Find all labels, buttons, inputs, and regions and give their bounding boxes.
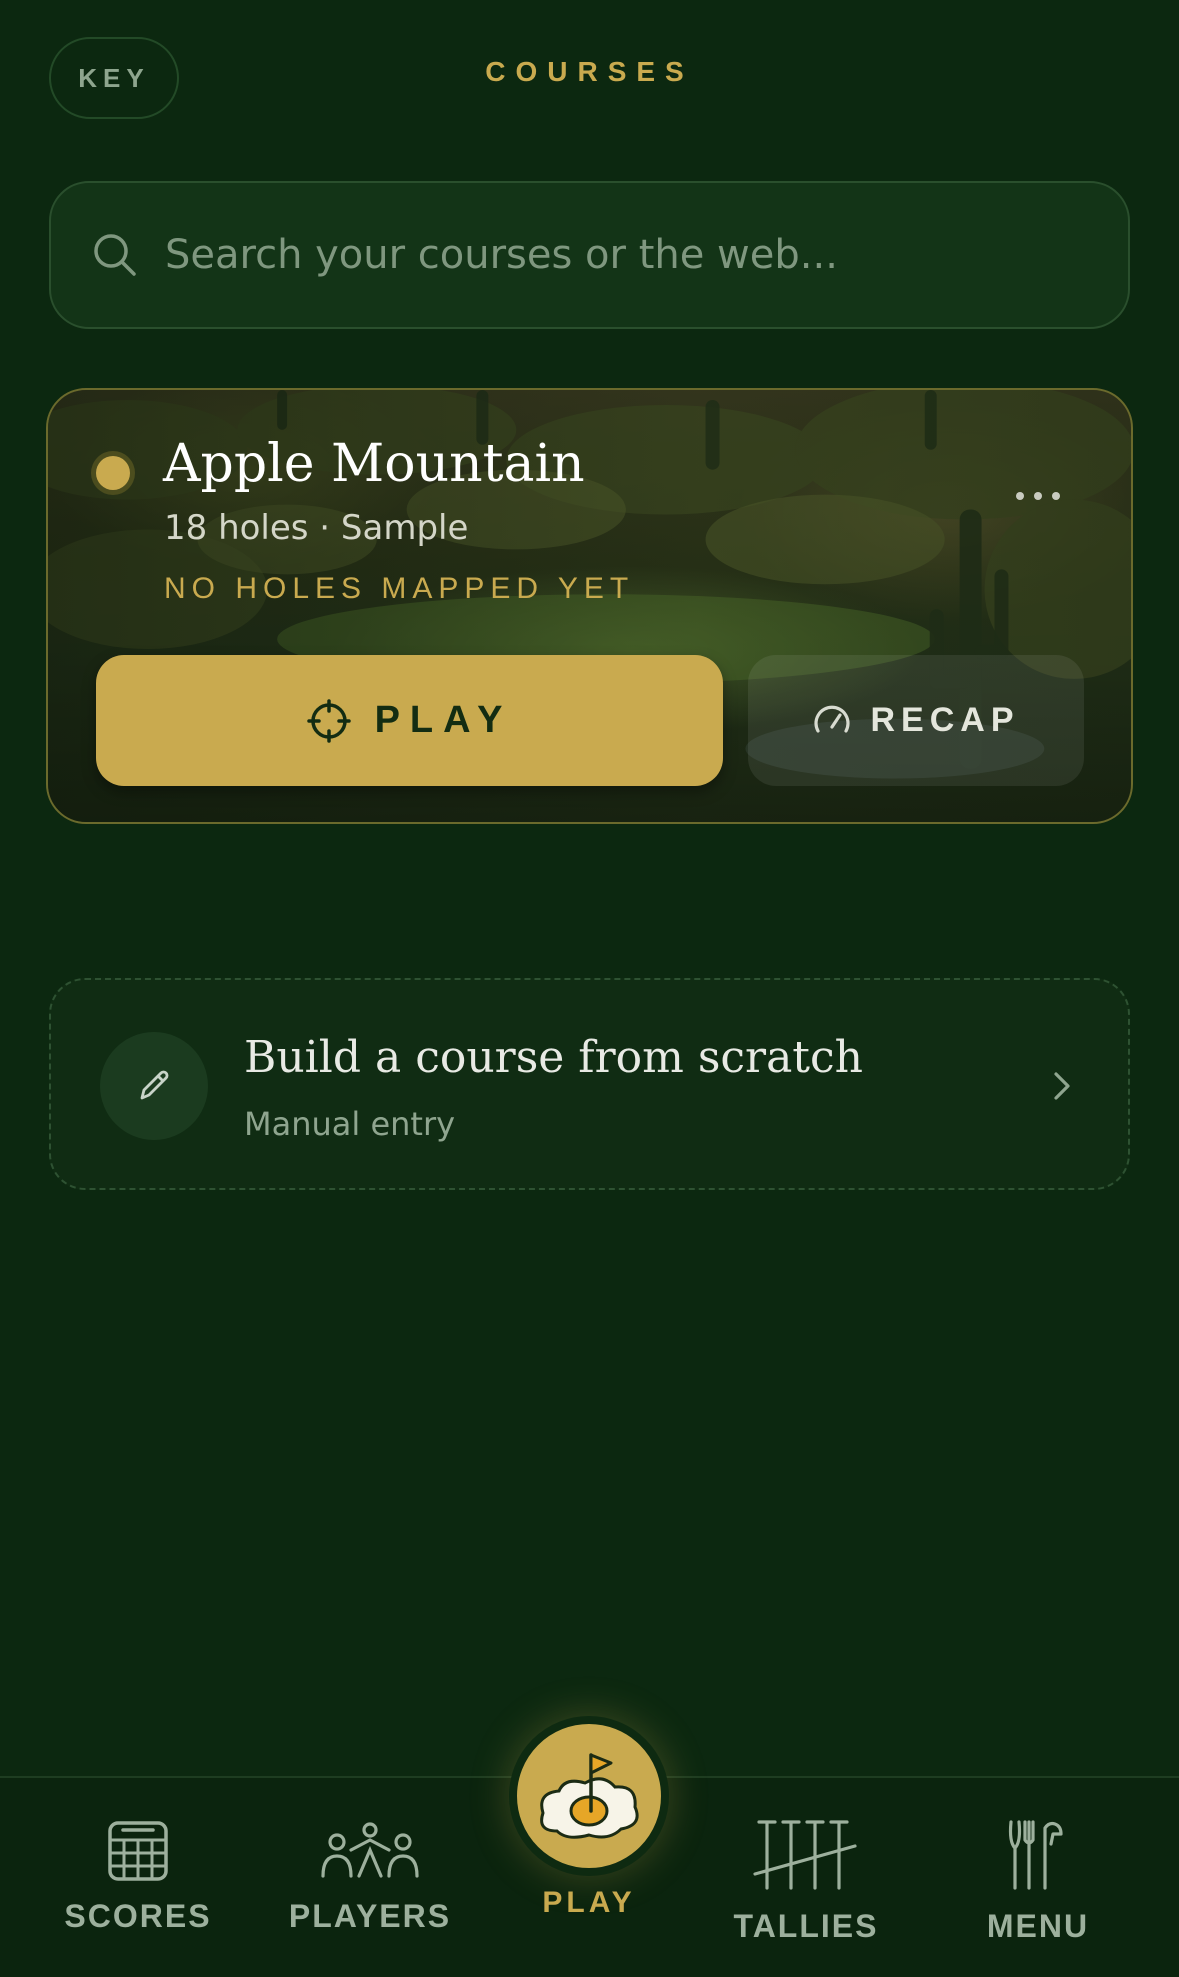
nav-menu-label: MENU [986,1908,1090,1944]
gauge-icon [814,705,851,733]
search-bar[interactable] [49,181,1130,329]
nav-play-label: PLAY [542,1886,636,1919]
players-icon [321,1822,419,1878]
nav-scores-label: SCORES [64,1898,212,1934]
more-dots-icon[interactable] [1008,486,1068,506]
build-course-subtitle: Manual entry [244,1105,456,1143]
tees-icon [753,1820,857,1890]
utensils-club-icon [1008,1820,1063,1890]
play-nav-circle [509,1716,669,1876]
bottom-nav: SCORES PLAYERS PLAY TALLIES MENU [0,1716,1179,1977]
nav-menu[interactable]: MENU [938,1818,1138,1945]
build-course-card[interactable]: Build a course from scratch Manual entry [49,978,1130,1190]
egg-flag-icon [540,1753,639,1839]
nav-tallies[interactable]: TALLIES [706,1818,906,1945]
pencil-icon [140,1070,169,1100]
scorecard-icon [108,1821,168,1881]
nav-play[interactable]: PLAY [489,1716,689,1920]
search-input[interactable] [165,232,1128,278]
crosshair-icon [306,698,351,743]
build-course-title: Build a course from scratch [244,1032,863,1083]
nav-players-label: PLAYERS [288,1898,452,1934]
courses-screen: KEY COURSES Search your courses or the w… [0,0,1179,1977]
search-icon [94,234,136,276]
status-dot [96,456,130,490]
course-meta: 18 holes · Sample [164,508,469,548]
nav-scores[interactable]: SCORES [38,1818,238,1935]
nav-tallies-label: TALLIES [733,1908,879,1944]
course-name: Apple Mountain [163,434,585,494]
play-button[interactable]: PLAY [96,655,723,786]
recap-button[interactable]: RECAP [748,655,1084,786]
page-title: COURSES [485,56,694,87]
nav-players[interactable]: PLAYERS [270,1818,470,1935]
play-button-label: PLAY [374,699,513,741]
course-card[interactable]: Apple Mountain 18 holes · Sample NO HOLE… [46,388,1133,824]
course-status: NO HOLES MAPPED YET [164,572,635,605]
chevron-right-icon [1054,1072,1070,1100]
recap-button-label: RECAP [870,701,1020,739]
pencil-icon-circle [100,1032,208,1140]
